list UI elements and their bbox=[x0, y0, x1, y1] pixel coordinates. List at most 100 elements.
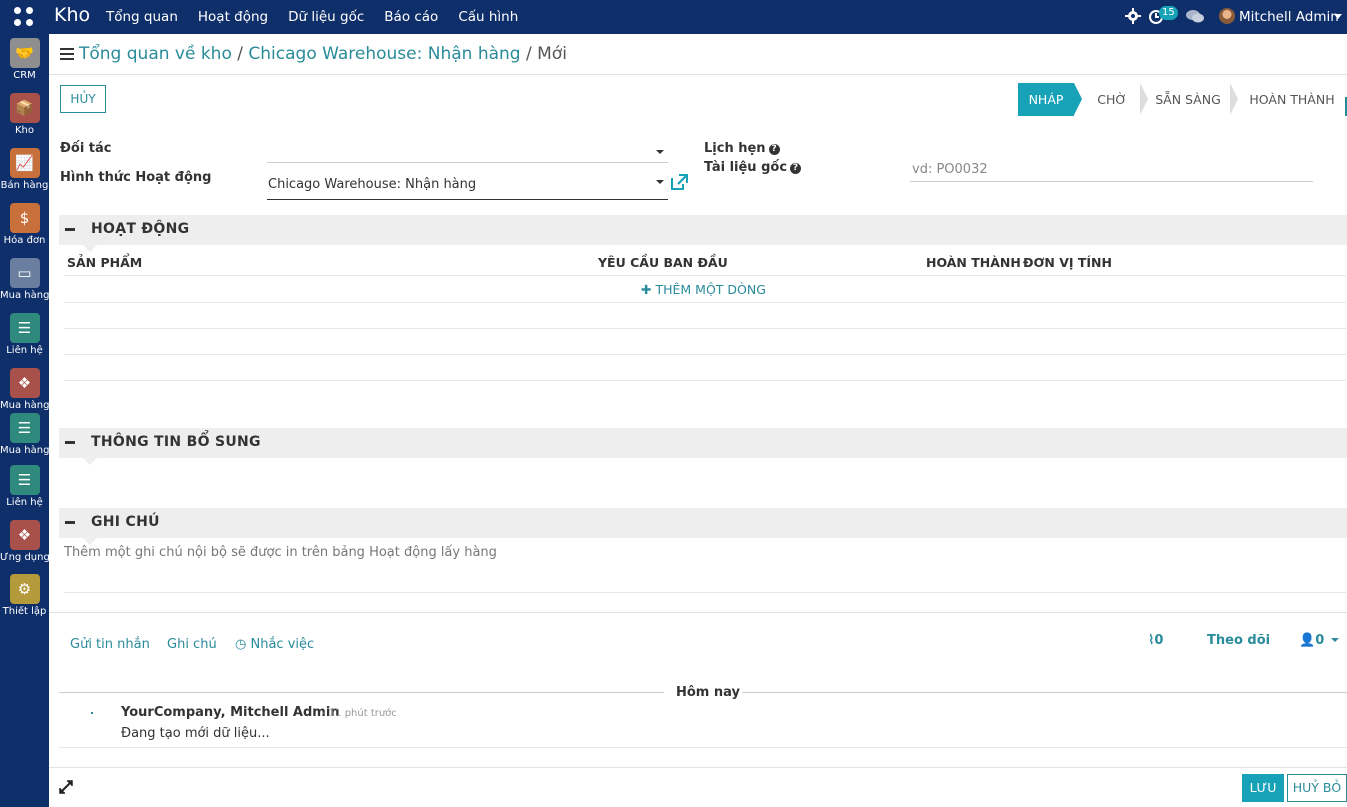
contact-book-icon: ☰ bbox=[9, 413, 40, 443]
cubes-icon: ❖ bbox=[9, 368, 40, 398]
sidebar-item[interactable]: ☰ Liên hệ bbox=[0, 313, 49, 357]
followers-dropdown-caret-icon[interactable] bbox=[1331, 638, 1339, 642]
sidebar-item[interactable]: ⚙ Thiết lập bbox=[0, 574, 49, 618]
user-icon: 👤 bbox=[1299, 633, 1316, 648]
date-separator-today: Hôm nay bbox=[676, 685, 740, 700]
add-line-button[interactable]: ✚ THÊM MỘT DÒNG bbox=[641, 282, 766, 297]
message-divider bbox=[59, 747, 1347, 748]
menu-operations[interactable]: Hoạt động bbox=[198, 9, 268, 25]
bottom-bar-divider bbox=[49, 767, 1347, 768]
sidebar-item-label: Liên hệ bbox=[6, 497, 43, 508]
invoice-icon: $ bbox=[9, 203, 40, 233]
breadcrumb-receipts[interactable]: Chicago Warehouse: Nhận hàng bbox=[248, 44, 520, 64]
sidebar-item-label: Mua hàng bbox=[0, 290, 49, 301]
source-document-input[interactable]: vd: PO0032 bbox=[912, 162, 988, 177]
date-separator-line bbox=[742, 692, 1347, 693]
scheduled-date-label-text: Lịch hẹn bbox=[704, 141, 766, 156]
sidebar-item[interactable]: ☰ Liên hệ bbox=[0, 465, 49, 509]
clock-icon: ◷ bbox=[235, 637, 247, 652]
collapse-minus-icon[interactable] bbox=[65, 228, 75, 231]
column-header-initial-demand[interactable]: YÊU CẦU BAN ĐẦU bbox=[598, 255, 728, 270]
sidebar-item[interactable]: 🤝 CRM bbox=[0, 38, 49, 82]
sidebar-item-label: Mua hàng bbox=[0, 400, 49, 411]
operation-type-label: Hình thức Hoạt động bbox=[60, 170, 212, 185]
date-separator-line bbox=[59, 692, 664, 693]
source-document-label: Tài liệu gốc? bbox=[704, 160, 802, 175]
send-message-button[interactable]: Gửi tin nhắn bbox=[70, 637, 150, 652]
hamburger-menu-icon[interactable] bbox=[60, 48, 74, 60]
source-document-underline bbox=[910, 181, 1313, 182]
log-note-button[interactable]: Ghi chú bbox=[167, 637, 217, 652]
section-operations[interactable]: HOẠT ĐỘNG bbox=[59, 215, 1347, 252]
section-additional-info[interactable]: THÔNG TIN BỔ SUNG bbox=[59, 428, 1347, 465]
discard-button[interactable]: HUỶ BỎ bbox=[1287, 774, 1347, 802]
breadcrumb-warehouse-overview[interactable]: Tổng quan về kho bbox=[79, 44, 232, 64]
partner-input[interactable] bbox=[267, 162, 668, 163]
cancel-top-button[interactable]: HỦY bbox=[60, 85, 106, 113]
table-row bbox=[64, 380, 1346, 381]
collapse-minus-icon[interactable] bbox=[65, 441, 75, 444]
sidebar-item[interactable]: ❖ Mua hàng bbox=[0, 368, 49, 412]
user-name[interactable]: Mitchell Admin bbox=[1239, 9, 1339, 25]
debug-gear-icon[interactable] bbox=[1125, 8, 1141, 24]
contact-book-icon: ☰ bbox=[9, 313, 40, 343]
help-question-icon[interactable]: ? bbox=[768, 144, 780, 155]
stage-done[interactable]: HOÀN THÀNH bbox=[1240, 83, 1344, 116]
sidebar-item[interactable]: 📦 Kho bbox=[0, 93, 49, 137]
section-additional-info-title: THÔNG TIN BỔ SUNG bbox=[91, 434, 261, 450]
chatter-divider bbox=[49, 612, 1347, 613]
internal-note-input[interactable]: Thêm một ghi chú nội bộ sẽ được in trên … bbox=[64, 545, 497, 560]
stage-ready[interactable]: SẴN SÀNG bbox=[1148, 83, 1228, 116]
operation-type-input[interactable] bbox=[267, 199, 668, 200]
column-header-done[interactable]: HOÀN THÀNH bbox=[926, 255, 1021, 270]
operation-type-dropdown-caret-icon[interactable] bbox=[656, 180, 664, 184]
menu-master-data[interactable]: Dữ liệu gốc bbox=[288, 9, 364, 25]
message-dot bbox=[91, 712, 93, 714]
breadcrumb-separator: / bbox=[237, 44, 243, 64]
menu-overview[interactable]: Tổng quan bbox=[106, 9, 178, 25]
notes-underline bbox=[64, 592, 1346, 593]
plus-icon: ✚ bbox=[641, 282, 652, 297]
sidebar-item[interactable]: 📈 Bán hàng bbox=[0, 148, 49, 192]
chart-up-icon: 📈 bbox=[9, 148, 40, 178]
user-dropdown-caret-icon[interactable] bbox=[1334, 14, 1342, 19]
expand-arrows-icon[interactable] bbox=[59, 780, 73, 794]
breadcrumb: Tổng quan về kho / Chicago Warehouse: Nh… bbox=[79, 44, 567, 64]
sidebar-item-label: Kho bbox=[14, 125, 34, 136]
section-notch bbox=[83, 245, 97, 252]
sidebar-item[interactable]: ▭ Mua hàng bbox=[0, 258, 49, 302]
cubes-icon: ❖ bbox=[9, 520, 40, 550]
sidebar-item-label: Bán hàng bbox=[0, 180, 49, 191]
top-menu: Tổng quan Hoạt động Dữ liệu gốc Báo cáo … bbox=[106, 9, 538, 25]
stage-separator bbox=[1230, 83, 1238, 115]
column-header-uom[interactable]: ĐƠN VỊ TÍNH bbox=[1023, 255, 1112, 270]
sidebar-item[interactable]: $ Hóa đơn bbox=[0, 203, 49, 247]
stage-waiting[interactable]: CHỜ bbox=[1086, 83, 1138, 116]
message-author[interactable]: YourCompany, Mitchell Admin bbox=[121, 705, 340, 720]
breadcrumb-separator: / bbox=[526, 44, 532, 64]
add-line-label: THÊM MỘT DÒNG bbox=[655, 282, 766, 297]
help-question-icon[interactable]: ? bbox=[790, 163, 802, 174]
column-header-product[interactable]: SẢN PHẨM bbox=[67, 255, 142, 270]
menu-configuration[interactable]: Cấu hình bbox=[458, 9, 518, 25]
external-link-icon[interactable] bbox=[670, 173, 689, 191]
followers-button[interactable]: 👤0 bbox=[1299, 633, 1324, 648]
attachments-button[interactable]: ⌇0 bbox=[1148, 633, 1163, 648]
stage-draft[interactable]: NHÁP bbox=[1018, 83, 1074, 116]
section-notes[interactable]: GHI CHÚ bbox=[59, 508, 1347, 545]
operation-type-value: Chicago Warehouse: Nhận hàng bbox=[268, 177, 477, 192]
menu-reports[interactable]: Báo cáo bbox=[384, 9, 438, 25]
collapse-minus-icon[interactable] bbox=[65, 521, 75, 524]
messages-chat-icon[interactable] bbox=[1186, 9, 1204, 24]
save-button[interactable]: LƯU bbox=[1242, 774, 1284, 802]
app-sidebar: 🤝 CRM 📦 Kho 📈 Bán hàng $ Hóa đơn ▭ Mua hàng ☰ Liên … bbox=[0, 34, 49, 807]
follow-button[interactable]: Theo dõi bbox=[1207, 633, 1270, 648]
sidebar-item[interactable]: ❖ Ứng dụng bbox=[0, 520, 49, 564]
sidebar-item[interactable]: ☰ Mua hàng bbox=[0, 413, 49, 457]
sidebar-item-label: Ứng dụng bbox=[0, 552, 49, 563]
schedule-activity-button[interactable]: ◷ Nhắc việc bbox=[235, 637, 314, 652]
apps-menu-icon[interactable] bbox=[14, 7, 34, 27]
user-avatar[interactable] bbox=[1219, 8, 1235, 24]
partner-dropdown-caret-icon[interactable] bbox=[656, 150, 664, 154]
stage-separator bbox=[1140, 83, 1148, 115]
